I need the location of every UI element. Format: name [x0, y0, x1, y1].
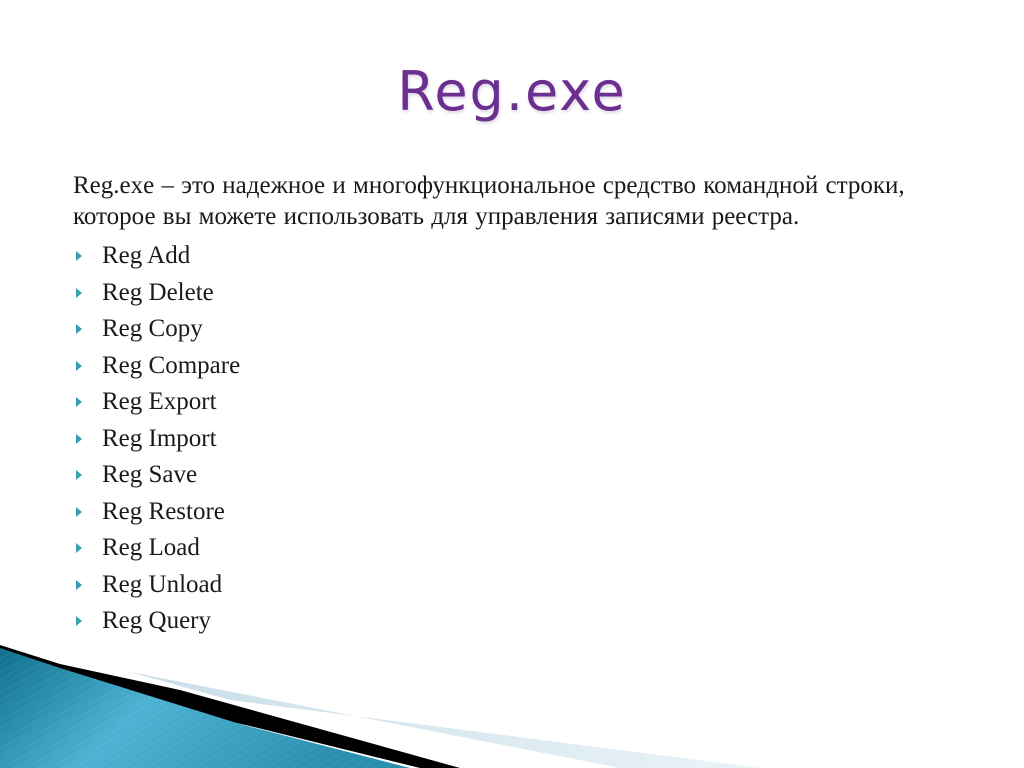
list-item-label: Reg Export — [102, 388, 217, 415]
list-item: Reg Query — [73, 603, 953, 640]
list-item: Reg Add — [73, 238, 953, 275]
triangle-right-icon — [76, 543, 82, 553]
triangle-right-icon — [76, 360, 82, 371]
list-item-label: Reg Restore — [102, 497, 225, 525]
slide: Reg.exe Reg.exe – это надежное и многофу… — [0, 0, 1024, 768]
list-item: Reg Save — [73, 457, 953, 494]
list-item: Reg Unload — [73, 567, 953, 604]
triangle-right-icon — [76, 433, 82, 444]
list-item-label: Reg Save — [102, 461, 198, 488]
triangle-right-icon — [76, 324, 82, 334]
list-item: Reg Export — [73, 384, 953, 421]
list-item-label: Reg Add — [102, 242, 191, 269]
swoosh-black-band — [0, 645, 460, 768]
list-item: Reg Import — [73, 421, 953, 458]
list-item-label: Reg Compare — [102, 351, 241, 379]
triangle-right-icon — [76, 579, 82, 590]
triangle-right-icon — [76, 506, 82, 517]
triangle-right-icon — [76, 397, 82, 407]
command-list: Reg Add Reg Delete Reg Copy Reg Compare Reg … — [73, 238, 953, 640]
list-item: Reg Load — [73, 530, 953, 567]
triangle-right-icon — [76, 287, 82, 298]
list-item-label: Reg Copy — [102, 315, 203, 342]
slide-title: Reg.exe — [397, 60, 627, 123]
intro-paragraph: Reg.exe – это надежное и многофункционал… — [73, 172, 905, 230]
list-item: Reg Delete — [73, 275, 953, 312]
list-item-label: Reg Query — [102, 607, 211, 634]
triangle-right-icon — [76, 470, 82, 480]
list-item: Reg Copy — [73, 311, 953, 348]
list-item: Reg Compare — [73, 348, 953, 385]
triangle-right-icon — [76, 251, 82, 261]
list-item-label: Reg Unload — [102, 570, 223, 598]
list-item-label: Reg Load — [102, 534, 200, 561]
list-item-label: Reg Delete — [102, 278, 214, 306]
list-item: Reg Restore — [73, 494, 953, 531]
list-item-label: Reg Import — [102, 424, 217, 452]
swoosh-pale-band — [130, 672, 760, 768]
slide-content: Reg.exe – это надежное и многофункционал… — [73, 170, 953, 640]
swoosh-blue-band — [0, 648, 410, 768]
triangle-right-icon — [76, 616, 82, 626]
